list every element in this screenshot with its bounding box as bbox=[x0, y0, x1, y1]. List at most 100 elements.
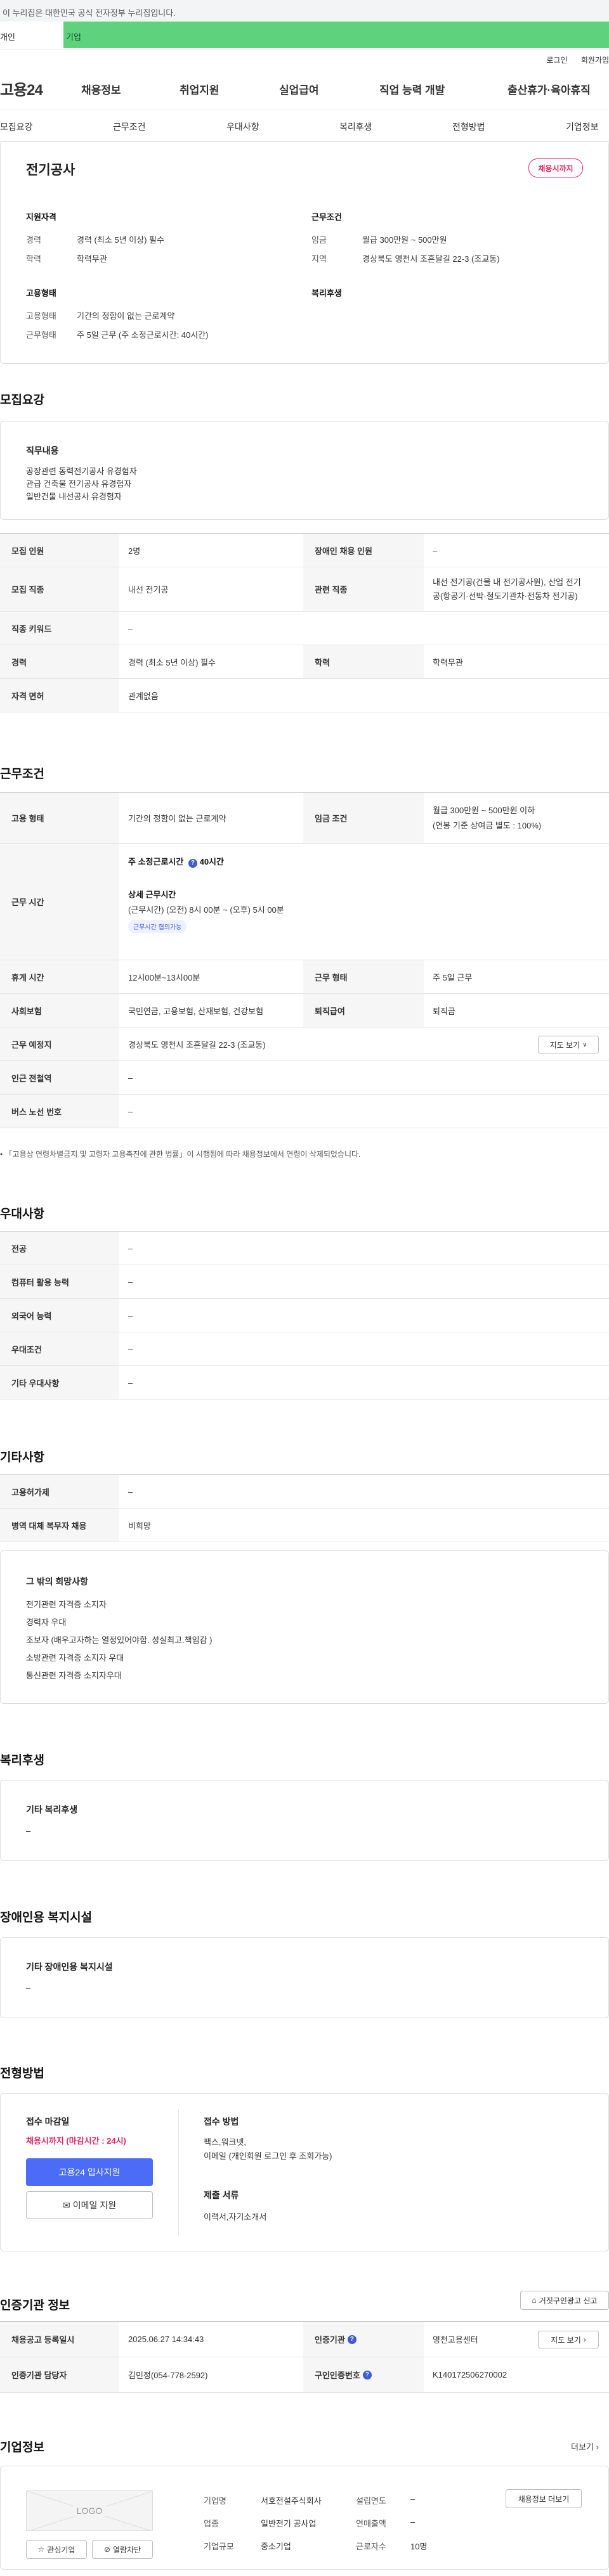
benefit-sub: 기타 복리후생 bbox=[26, 1805, 78, 1815]
td-other-pref: – bbox=[128, 1377, 133, 1388]
th-major: 전공 bbox=[0, 1232, 119, 1265]
tab-work-conditions[interactable]: 근무조건 bbox=[113, 120, 146, 133]
tab-personal[interactable]: 개인 bbox=[0, 22, 63, 48]
th-manager: 인증기관 담당자 bbox=[0, 2357, 119, 2392]
menu-unemployment-benefit[interactable]: 실업급여 bbox=[279, 81, 319, 97]
detail-time-title: 상세 근무시간 bbox=[128, 890, 176, 899]
tab-business[interactable]: 기업 bbox=[63, 22, 609, 48]
td-license: 관계없음 bbox=[128, 691, 159, 701]
tab-screening[interactable]: 전형방법 bbox=[452, 120, 485, 133]
th-emp-type: 고용 형태 bbox=[0, 793, 119, 843]
td-keyword: – bbox=[128, 623, 133, 633]
site-logo[interactable]: 고용24 bbox=[0, 77, 43, 100]
disab-sub: 기타 장애인용 복지시설 bbox=[26, 1962, 113, 1972]
mail-icon: ✉ bbox=[62, 2199, 70, 2210]
join-link[interactable]: 회원가입 bbox=[581, 56, 609, 65]
table-row: 고용 형태 기간의 정함이 없는 근로계약 임금 조건 월급 300만원 ~ 5… bbox=[0, 793, 609, 844]
divider bbox=[178, 2109, 179, 2236]
name-label: 기업명 bbox=[204, 2496, 226, 2506]
edu-value: 학력무관 bbox=[77, 254, 107, 264]
etc-table: 고용허가제 – 병역 대체 복무자 채용 비희망 bbox=[0, 1474, 609, 1542]
company-jobs-button[interactable]: 채용정보 더보기 bbox=[506, 2489, 582, 2508]
duty-line: 일반건물 내선공사 유경험자 bbox=[26, 492, 122, 501]
docs-value: 이력서,자기소개서 bbox=[204, 2212, 267, 2222]
logo-text: LOGO bbox=[72, 2506, 107, 2516]
td-permit: – bbox=[128, 1486, 133, 1497]
th-related-job: 관련 직종 bbox=[303, 567, 424, 611]
tab-company[interactable]: 기업정보 bbox=[566, 120, 599, 133]
apply-button[interactable]: 고용24 입사지원 bbox=[26, 2158, 153, 2186]
th-computer: 컴퓨터 활용 능력 bbox=[0, 1265, 119, 1298]
block-icon: ⊘ bbox=[103, 2545, 110, 2554]
table-row: 근무 시간 주 소정근로시간 ? 40시간 상세 근무시간 (근무시간) (오전… bbox=[0, 844, 609, 960]
agency-map-button[interactable]: 지도 보기 › bbox=[538, 2331, 599, 2348]
company-name: 전기공사 bbox=[26, 163, 75, 177]
sales-label: 연매출액 bbox=[356, 2519, 386, 2528]
td-major: – bbox=[128, 1243, 133, 1253]
info-icon[interactable]: ? bbox=[347, 2334, 357, 2344]
table-row: 기타 우대사항 – bbox=[0, 1366, 609, 1400]
info-icon[interactable]: ? bbox=[188, 859, 197, 868]
method-line: 이메일 (개인회원 로그인 후 조회가능) bbox=[204, 2151, 332, 2161]
block-company-button[interactable]: ⊘ 열람차단 bbox=[92, 2540, 153, 2559]
pref-title: 우대사항 bbox=[0, 1208, 44, 1221]
hope-title: 그 밖의 희망사항 bbox=[26, 1576, 88, 1587]
hope-line: 조보자 (배우고자하는 열정있어야함. 성실최고.책임감 ) bbox=[26, 1635, 213, 1645]
email-apply-button[interactable]: ✉ 이메일 지원 bbox=[26, 2191, 153, 2219]
th-cert-no-label: 구인인증번호 bbox=[315, 2371, 360, 2380]
disab-value: – bbox=[26, 1983, 31, 1993]
time-negotiable-tag: 근무시간 협의가능 bbox=[128, 920, 187, 933]
weekly-hours-label: 주 소정근로시간 bbox=[128, 857, 184, 866]
deadline-title: 접수 마감일 bbox=[26, 2116, 70, 2127]
th-cert-no: 구인인증번호? bbox=[303, 2357, 424, 2392]
industry-label: 업종 bbox=[204, 2519, 219, 2528]
tab-preference[interactable]: 우대사항 bbox=[226, 120, 259, 133]
emp-title: 고용형태 bbox=[26, 288, 56, 298]
email-apply-label: 이메일 지원 bbox=[72, 2200, 117, 2210]
info-icon[interactable]: ? bbox=[362, 2370, 372, 2380]
th-headcount: 모집 인원 bbox=[0, 534, 119, 567]
career-label: 경력 bbox=[26, 235, 41, 245]
tab-recruit[interactable]: 모집요강 bbox=[0, 120, 33, 133]
cert-table: 채용공고 등록일시 2025.06.27 14:34:43 인증기관? 영천고용… bbox=[0, 2321, 609, 2393]
size-value: 중소기업 bbox=[261, 2542, 291, 2551]
menu-employment-support[interactable]: 취업지원 bbox=[180, 81, 219, 97]
favorite-label: 관심기업 bbox=[47, 2545, 75, 2554]
th-other-pref: 기타 우대사항 bbox=[0, 1366, 119, 1399]
tab-welfare[interactable]: 복리후생 bbox=[339, 120, 372, 133]
chevron-down-icon: ∨ bbox=[582, 1041, 587, 1048]
benefit-card: 기타 복리후생 – bbox=[0, 1780, 609, 1861]
td-posted: 2025.06.27 14:34:43 bbox=[128, 2334, 204, 2344]
hope-line: 경력자 우대 bbox=[26, 1618, 67, 1627]
duty-line: 관급 건축물 전기공사 유경험자 bbox=[26, 479, 132, 489]
td-insurance: 국민연금, 고용보험, 산재보험, 건강보험 bbox=[128, 1006, 264, 1016]
gov-banner: 이 누리집은 대한민국 공식 전자정부 누리집입니다. bbox=[0, 0, 609, 22]
hope-line: 소방관련 자격증 소지자 우대 bbox=[26, 1653, 124, 1663]
year-label: 설립연도 bbox=[356, 2496, 386, 2506]
login-link[interactable]: 로그인 bbox=[546, 56, 567, 65]
th-keyword: 직종 키워드 bbox=[0, 612, 119, 645]
industry-value: 일반전기 공사업 bbox=[261, 2519, 317, 2528]
th-rest: 휴게 시간 bbox=[0, 960, 119, 993]
map-button[interactable]: 지도 보기 ∨ bbox=[538, 1036, 599, 1053]
favorite-company-button[interactable]: ☆ 관심기업 bbox=[26, 2540, 87, 2559]
th-career: 경력 bbox=[0, 645, 119, 678]
menu-job-training[interactable]: 직업 능력 개발 bbox=[379, 81, 445, 97]
th-disabled-headcount: 장애인 채용 인원 bbox=[303, 534, 424, 567]
company-more-link[interactable]: 더보기 › bbox=[571, 2440, 599, 2452]
weekly-hours: 주 소정근로시간 ? 40시간 bbox=[128, 855, 224, 868]
staff-label: 근로자수 bbox=[356, 2542, 386, 2551]
table-row: 전공 – bbox=[0, 1232, 609, 1265]
sales-value: – bbox=[410, 2517, 416, 2527]
staff-value: 10명 bbox=[410, 2542, 428, 2551]
menu-jobs[interactable]: 채용정보 bbox=[81, 81, 121, 97]
table-row: 자격 면허 관계없음 bbox=[0, 679, 609, 712]
report-button[interactable]: ⌂ 거짓구인광고 신고 bbox=[520, 2291, 609, 2310]
table-row: 고용허가제 – bbox=[0, 1475, 609, 1509]
th-agency-label: 인증기관 bbox=[315, 2335, 345, 2345]
td-computer: – bbox=[128, 1277, 133, 1287]
worktype-label: 근무형태 bbox=[26, 330, 56, 340]
td-retirement: 퇴직금 bbox=[433, 1006, 455, 1016]
td-manager: 김민정(054-778-2592) bbox=[128, 2371, 208, 2380]
menu-parental-leave[interactable]: 출산휴가·육아휴직 bbox=[508, 81, 591, 97]
